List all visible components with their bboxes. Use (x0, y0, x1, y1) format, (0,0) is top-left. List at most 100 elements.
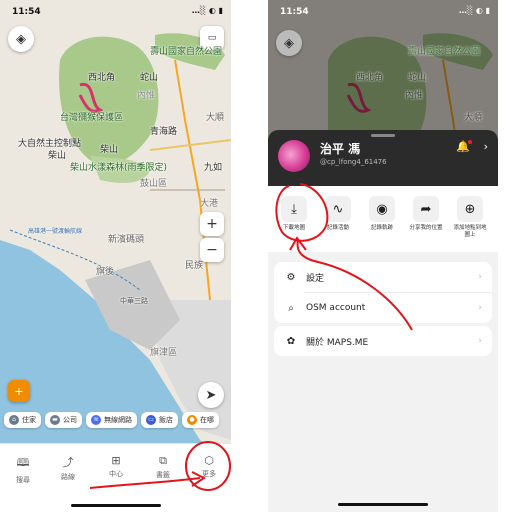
map-label: 柴山 (100, 145, 119, 155)
map-label: 內惟 (137, 91, 156, 101)
nav-label: 更多 (202, 470, 216, 478)
nav-label: 中心 (109, 470, 123, 478)
download-icon: ⤓ (281, 196, 307, 222)
map-label: 西北角 (356, 73, 384, 83)
map-label: 壽山國家自然公園 (408, 47, 481, 57)
map-label: 九如 (204, 163, 223, 173)
action-label: 下載地圖 (282, 225, 305, 231)
map-label: 大順 (464, 113, 483, 123)
menu-label: 關於 MAPS.ME (306, 337, 369, 348)
menu-settings[interactable]: ⚙ 設定 › (274, 262, 492, 292)
sheet-handle[interactable] (371, 134, 395, 137)
map-label: 民族 (185, 261, 204, 271)
status-time: 11:54 (12, 7, 41, 17)
map-label: 旗後 (96, 267, 115, 277)
action-record-track[interactable]: ◉ 記錄軌跡 (364, 196, 400, 232)
nav-search[interactable]: 🕮 搜尋 (5, 454, 41, 485)
chip-work[interactable]: ▬ 公司 (45, 412, 82, 428)
category-chips: ⌂ 住家 ▬ 公司 ≋ 無線網路 ▭ 飯店 ● 在哪 (4, 412, 219, 428)
chip-wifi[interactable]: ≋ 無線網路 (86, 412, 137, 428)
action-record-activity[interactable]: ∿ 記錄活動 (320, 196, 356, 232)
add-place-icon: ⊕ (457, 196, 483, 222)
record-icon: ◉ (369, 196, 395, 222)
map-canvas[interactable] (0, 0, 231, 512)
chip-label: 公司 (63, 416, 77, 424)
map-label: 蛇山 (140, 73, 159, 83)
nav-center[interactable]: ⊞ 中心 (98, 454, 134, 479)
map-label: 大順 (206, 113, 225, 123)
about-icon: ✿ (286, 335, 296, 347)
home-indicator (70, 504, 161, 507)
chevron-right-icon: › (478, 272, 482, 282)
route-icon: ⤴ (62, 456, 74, 469)
nav-label: 書籤 (156, 471, 170, 479)
action-share-location[interactable]: ➦ 分享我的位置 (408, 196, 444, 232)
menu-about[interactable]: ✿ 關於 MAPS.ME › (274, 326, 492, 356)
map-label: 青海路 (150, 127, 178, 137)
home-icon: ⌂ (9, 415, 19, 425)
ferry-route-label: 高雄港一號渡輪航線 (28, 228, 83, 235)
action-label: 添加地點到地圖上 (453, 225, 487, 238)
action-label: 記錄活動 (326, 225, 349, 231)
magnifier-icon: ⌕ (288, 302, 294, 314)
layers-button[interactable]: ◈ (276, 30, 302, 56)
menu-label: OSM account (306, 303, 366, 313)
action-download-maps[interactable]: ⤓ 下載地圖 (276, 196, 312, 232)
notification-dot (468, 140, 472, 144)
chip-hotel[interactable]: ▭ 飯店 (141, 412, 178, 428)
nav-label: 搜尋 (16, 476, 30, 484)
layers-icon: ◈ (16, 31, 26, 47)
map-label: 柴山水漾森林(雨季限定) (70, 163, 168, 173)
nav-label: 路線 (61, 473, 75, 481)
book-icon: 🕮 (16, 456, 30, 469)
gear-icon: ⚙ (286, 271, 296, 283)
nav-route[interactable]: ⤴ 路線 (50, 454, 86, 482)
plus-icon: + (206, 216, 218, 232)
map-label: 新濱碼頭 (108, 235, 145, 245)
more-menu-screen: 11:54 …░ ◐ ▮ ◈ 壽山國家自然公園 西北角 蛇山 內惟 大順 治平 … (268, 0, 498, 512)
chevron-right-icon: › (483, 140, 488, 153)
map-label: 蛇山 (408, 73, 427, 83)
notification-bell-icon[interactable]: 🔔 (456, 140, 472, 153)
settings-card: ⚙ 設定 › ⌕ OSM account › (274, 262, 492, 323)
quick-actions: ⤓ 下載地圖 ∿ 記錄活動 ◉ 記錄軌跡 ➦ 分享我的位置 ⊕ 添加地點到地圖上 (268, 186, 498, 252)
avatar (278, 140, 310, 172)
add-place-button[interactable]: + (8, 380, 30, 402)
menu-osm-account[interactable]: ⌕ OSM account › (274, 293, 492, 323)
zoom-in-button[interactable]: + (200, 212, 224, 236)
pulse-icon: ∿ (325, 196, 351, 222)
chip-where[interactable]: ● 在哪 (182, 412, 219, 428)
share-arrow-icon: ➦ (413, 196, 439, 222)
chip-home[interactable]: ⌂ 住家 (4, 412, 41, 428)
nav-more[interactable]: ⬡ 更多 (191, 454, 227, 479)
menu-label: 設定 (306, 273, 325, 284)
map-label: 旗津區 (150, 348, 178, 358)
status-bar: 11:54 …░ ◐ ▮ (268, 0, 498, 24)
pin-icon: ● (187, 415, 197, 425)
status-signal-icon: …░ ◐ ▮ (458, 6, 490, 15)
chip-label: 在哪 (200, 416, 214, 424)
plus-circle-icon: + (14, 384, 24, 398)
navigation-arrow-icon: ➤ (205, 387, 217, 403)
map-label: 西北角 (88, 73, 116, 83)
chevron-right-icon: › (478, 336, 482, 346)
map-label: 內惟 (405, 91, 424, 101)
action-label: 記錄軌跡 (370, 225, 393, 231)
my-location-button[interactable]: ➤ (198, 382, 224, 408)
action-label: 分享我的位置 (409, 225, 443, 231)
action-add-place[interactable]: ⊕ 添加地點到地圖上 (452, 196, 488, 239)
map-label: 鼓山區 (140, 179, 168, 189)
briefcase-icon: ▬ (50, 415, 60, 425)
chip-label: 住家 (22, 416, 36, 424)
wifi-icon: ≋ (91, 415, 101, 425)
chip-label: 無線網路 (104, 416, 132, 424)
bed-icon: ▭ (146, 415, 156, 425)
layers-icon: ◈ (284, 35, 294, 51)
map-label: 大港 (200, 199, 219, 209)
profile-header[interactable]: 治平 馮 @cp_lfong4_61476 🔔 › (268, 130, 498, 186)
layers-button[interactable]: ◈ (8, 26, 34, 52)
zoom-out-button[interactable]: − (200, 238, 224, 262)
map-label: 壽山國家自然公園 (150, 47, 223, 57)
nav-bookmarks[interactable]: ⧉ 書籤 (145, 454, 181, 480)
map-label: 柴山 (48, 151, 67, 161)
